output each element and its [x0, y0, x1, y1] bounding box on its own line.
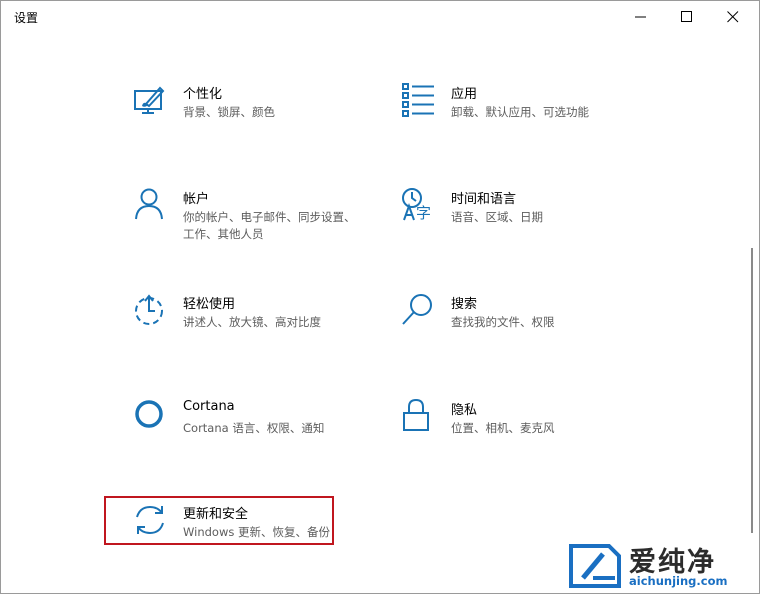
tile-label: 轻松使用 [183, 297, 236, 312]
tile-label: 应用 [451, 87, 478, 102]
search-icon [402, 294, 432, 325]
tile-description: 卸载、默认应用、可选功能 [451, 105, 589, 119]
tile-cortana[interactable]: Cortana Cortana 语言、权限、通知 [133, 399, 373, 469]
tile-description: 语音、区域、日期 [451, 210, 543, 224]
tile-description: 位置、相机、麦克风 [451, 421, 555, 435]
time-language-icon: 字 [402, 188, 431, 222]
tile-label: 时间和语言 [451, 192, 517, 207]
title-bar[interactable]: 设置 [1, 1, 759, 33]
tile-time-language[interactable]: 字 时间和语言 语音、区域、日期 [401, 188, 641, 258]
tile-privacy[interactable]: 隐私 位置、相机、麦克风 [401, 399, 641, 469]
accounts-icon [135, 188, 163, 220]
settings-window: 设置 个性化 背景、锁屏、颜色 应用 卸载、默认应用、可选功能 帐户 你的帐户、… [0, 0, 760, 594]
ease-of-access-icon [135, 294, 163, 325]
watermark: 爱纯净 aichunjing.com [565, 540, 755, 592]
tile-accounts[interactable]: 帐户 你的帐户、电子邮件、同步设置、工作、其他人员 [133, 188, 373, 258]
privacy-lock-icon [403, 399, 429, 431]
tile-label: 搜索 [451, 297, 478, 312]
tile-personalization[interactable]: 个性化 背景、锁屏、颜色 [133, 83, 373, 153]
scrollbar[interactable] [751, 248, 753, 533]
watermark-logo-icon [569, 544, 621, 588]
tile-description: 查找我的文件、权限 [451, 315, 555, 329]
close-icon [727, 11, 739, 23]
highlight-box [104, 496, 334, 545]
tile-label: 隐私 [451, 403, 478, 418]
minimize-button[interactable] [618, 1, 664, 33]
tile-apps[interactable]: 应用 卸载、默认应用、可选功能 [401, 83, 641, 153]
tile-description: 你的帐户、电子邮件、同步设置、工作、其他人员 [183, 210, 356, 241]
tile-description: 讲述人、放大镜、高对比度 [183, 315, 321, 329]
tile-label: 帐户 [183, 192, 210, 207]
tile-label: Cortana [183, 399, 235, 414]
apps-icon [402, 83, 434, 117]
close-button[interactable] [710, 1, 756, 33]
tile-ease-of-access[interactable]: 轻松使用 讲述人、放大镜、高对比度 [133, 293, 373, 363]
svg-text:字: 字 [416, 204, 431, 222]
tile-search[interactable]: 搜索 查找我的文件、权限 [401, 293, 641, 363]
tile-description: 背景、锁屏、颜色 [183, 105, 275, 119]
personalization-icon [134, 86, 165, 114]
maximize-icon [681, 11, 692, 22]
tile-label: 个性化 [183, 87, 223, 102]
maximize-button[interactable] [664, 1, 710, 33]
cortana-icon [135, 400, 163, 428]
tile-description: Cortana 语言、权限、通知 [183, 421, 325, 435]
minimize-icon [635, 16, 646, 18]
window-title: 设置 [14, 11, 39, 25]
watermark-url: aichunjing.com [629, 574, 728, 588]
